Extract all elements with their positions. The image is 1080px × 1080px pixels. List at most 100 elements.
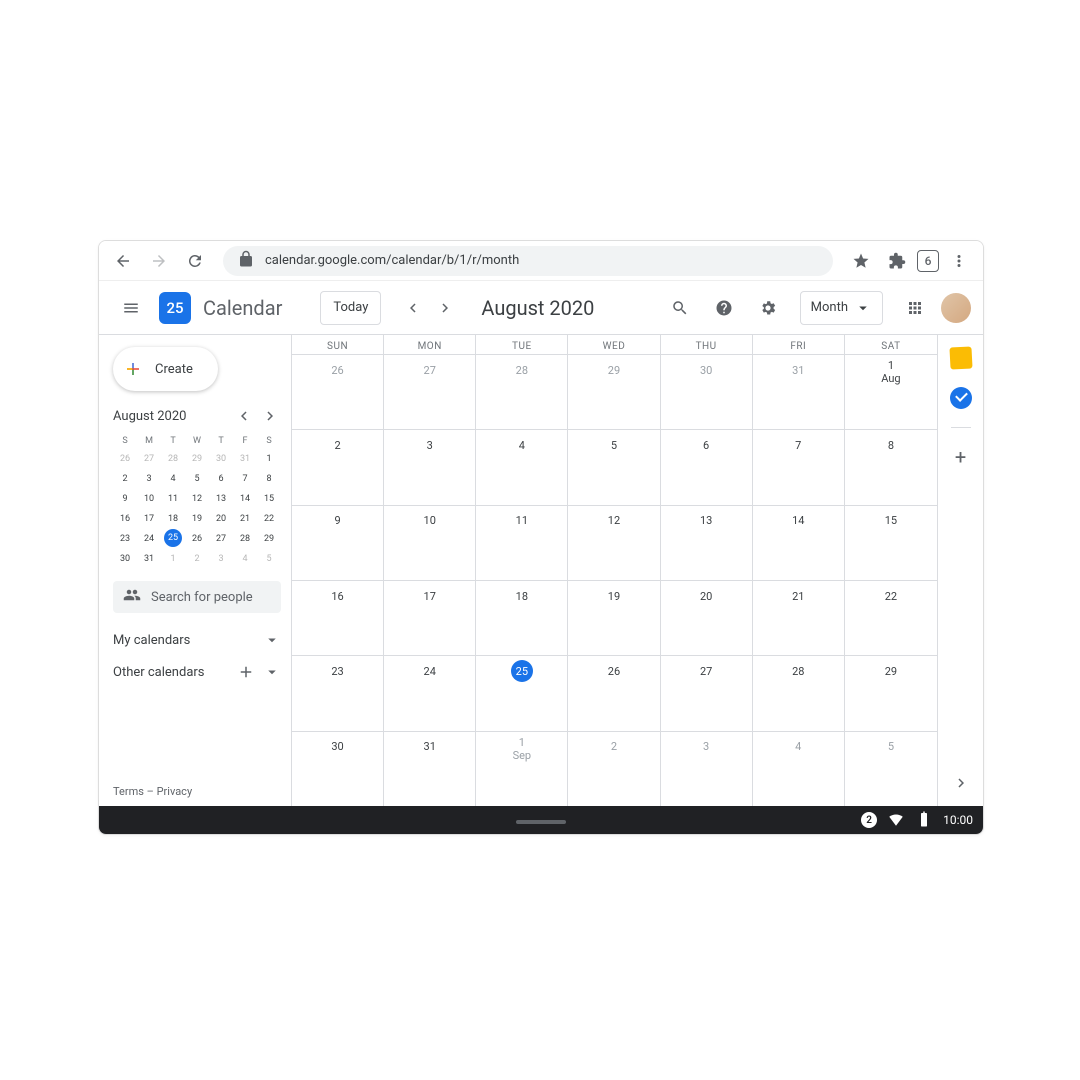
address-bar[interactable]: calendar.google.com/calendar/b/1/r/month [223, 246, 833, 276]
day-cell[interactable]: 22 [845, 581, 937, 655]
my-calendars-section[interactable]: My calendars [113, 631, 281, 649]
mini-day-cell[interactable]: 26 [113, 449, 137, 469]
day-cell[interactable]: 20 [661, 581, 753, 655]
day-cell[interactable]: 19 [568, 581, 660, 655]
extensions-button[interactable] [881, 245, 913, 277]
day-cell[interactable]: 8 [845, 430, 937, 504]
day-cell[interactable]: 18 [476, 581, 568, 655]
mini-day-cell[interactable]: 5 [185, 469, 209, 489]
view-selector[interactable]: Month [800, 291, 883, 325]
day-cell[interactable]: 1 Aug [845, 355, 937, 429]
mini-day-cell[interactable]: 11 [161, 489, 185, 509]
mini-day-cell[interactable]: 16 [113, 509, 137, 529]
mini-day-cell[interactable]: 28 [161, 449, 185, 469]
mini-day-cell[interactable]: 7 [233, 469, 257, 489]
day-cell[interactable]: 28 [753, 656, 845, 730]
mini-day-cell[interactable]: 2 [113, 469, 137, 489]
account-avatar[interactable] [941, 293, 971, 323]
mini-day-cell[interactable]: 25 [164, 529, 182, 547]
mini-day-cell[interactable]: 21 [233, 509, 257, 529]
mini-day-cell[interactable]: 18 [161, 509, 185, 529]
reload-button[interactable] [179, 245, 211, 277]
mini-day-cell[interactable]: 26 [185, 529, 209, 549]
mini-day-cell[interactable]: 13 [209, 489, 233, 509]
mini-day-cell[interactable]: 4 [233, 549, 257, 569]
mini-day-cell[interactable]: 3 [209, 549, 233, 569]
prev-month-button[interactable] [397, 292, 429, 324]
mini-day-cell[interactable]: 14 [233, 489, 257, 509]
bookmark-button[interactable] [845, 245, 877, 277]
day-cell[interactable]: 14 [753, 506, 845, 580]
day-cell[interactable]: 17 [384, 581, 476, 655]
mini-day-cell[interactable]: 30 [209, 449, 233, 469]
day-cell[interactable]: 3 [661, 732, 753, 806]
mini-day-cell[interactable]: 19 [185, 509, 209, 529]
day-cell[interactable]: 27 [384, 355, 476, 429]
day-cell[interactable]: 30 [661, 355, 753, 429]
back-button[interactable] [107, 245, 139, 277]
day-cell[interactable]: 28 [476, 355, 568, 429]
mini-day-cell[interactable]: 24 [137, 529, 161, 549]
day-cell[interactable]: 13 [661, 506, 753, 580]
day-cell[interactable]: 3 [384, 430, 476, 504]
day-cell[interactable]: 2 [292, 430, 384, 504]
mini-day-cell[interactable]: 10 [137, 489, 161, 509]
day-cell[interactable]: 11 [476, 506, 568, 580]
mini-day-cell[interactable]: 31 [137, 549, 161, 569]
notification-badge[interactable]: 2 [861, 812, 877, 828]
forward-button[interactable] [143, 245, 175, 277]
tab-count[interactable]: 6 [917, 250, 939, 272]
mini-next-button[interactable] [259, 405, 281, 427]
day-cell[interactable]: 31 [384, 732, 476, 806]
day-cell[interactable]: 24 [384, 656, 476, 730]
mini-day-cell[interactable]: 8 [257, 469, 281, 489]
day-cell[interactable]: 9 [292, 506, 384, 580]
mini-day-cell[interactable]: 9 [113, 489, 137, 509]
mini-day-cell[interactable]: 22 [257, 509, 281, 529]
terms-link[interactable]: Terms [113, 785, 144, 798]
day-cell[interactable]: 1 Sep [476, 732, 568, 806]
day-cell[interactable]: 7 [753, 430, 845, 504]
mini-day-cell[interactable]: 12 [185, 489, 209, 509]
day-cell[interactable]: 25 [476, 656, 568, 730]
add-addon-button[interactable]: + [950, 446, 972, 468]
collapse-panel-button[interactable] [952, 774, 970, 796]
day-cell[interactable]: 26 [292, 355, 384, 429]
day-cell[interactable]: 12 [568, 506, 660, 580]
privacy-link[interactable]: Privacy [157, 785, 193, 798]
mini-day-cell[interactable]: 31 [233, 449, 257, 469]
main-menu-button[interactable] [111, 288, 151, 328]
search-button[interactable] [662, 290, 698, 326]
mini-day-cell[interactable]: 30 [113, 549, 137, 569]
other-calendars-section[interactable]: Other calendars [113, 663, 281, 681]
mini-day-cell[interactable]: 29 [185, 449, 209, 469]
tasks-icon[interactable] [950, 387, 972, 409]
mini-day-cell[interactable]: 1 [257, 449, 281, 469]
shelf-handle[interactable] [516, 820, 566, 824]
search-people-input[interactable]: Search for people [113, 581, 281, 613]
mini-day-cell[interactable]: 27 [137, 449, 161, 469]
day-cell[interactable]: 5 [845, 732, 937, 806]
day-cell[interactable]: 29 [568, 355, 660, 429]
add-calendar-icon[interactable] [237, 663, 255, 681]
mini-day-cell[interactable]: 4 [161, 469, 185, 489]
mini-day-cell[interactable]: 6 [209, 469, 233, 489]
day-cell[interactable]: 16 [292, 581, 384, 655]
day-cell[interactable]: 5 [568, 430, 660, 504]
mini-day-cell[interactable]: 27 [209, 529, 233, 549]
mini-day-cell[interactable]: 15 [257, 489, 281, 509]
mini-day-cell[interactable]: 3 [137, 469, 161, 489]
create-button[interactable]: Create [113, 347, 218, 391]
day-cell[interactable]: 6 [661, 430, 753, 504]
mini-day-cell[interactable]: 17 [137, 509, 161, 529]
day-cell[interactable]: 21 [753, 581, 845, 655]
today-button[interactable]: Today [320, 291, 381, 325]
day-cell[interactable]: 4 [476, 430, 568, 504]
mini-day-cell[interactable]: 1 [161, 549, 185, 569]
mini-day-cell[interactable]: 28 [233, 529, 257, 549]
day-cell[interactable]: 26 [568, 656, 660, 730]
day-cell[interactable]: 15 [845, 506, 937, 580]
mini-day-cell[interactable]: 5 [257, 549, 281, 569]
next-month-button[interactable] [429, 292, 461, 324]
mini-prev-button[interactable] [233, 405, 255, 427]
